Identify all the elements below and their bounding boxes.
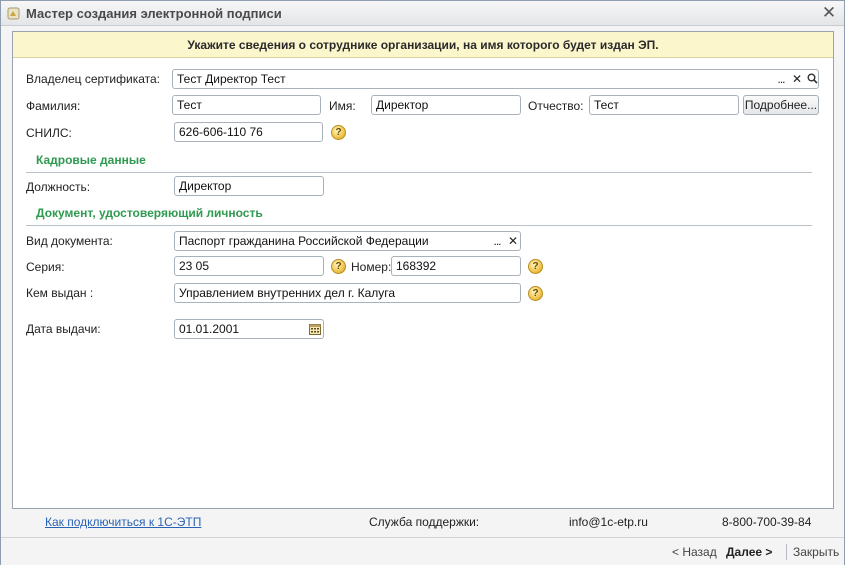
owner-clear-icon[interactable]: ✕	[789, 70, 805, 88]
position-field[interactable]: Директор	[174, 176, 324, 196]
owner-select-button[interactable]: ...	[773, 70, 789, 88]
middle-name-label: Отчество:	[528, 99, 584, 113]
doc-type-clear-icon[interactable]: ✕	[505, 232, 521, 250]
id-section-divider	[26, 225, 812, 226]
number-label: Номер:	[351, 260, 392, 274]
doc-type-select-button[interactable]: ...	[489, 232, 505, 250]
support-email: info@1c-etp.ru	[569, 515, 648, 529]
position-label: Должность:	[26, 180, 91, 194]
doc-type-label: Вид документа:	[26, 234, 113, 248]
app-icon	[7, 7, 20, 20]
wizard-window: Мастер создания электронной подписи ✕ Ук…	[0, 0, 845, 565]
id-section-title: Документ, удостоверяющий личность	[36, 206, 263, 220]
form-panel: Укажите сведения о сотруднике организаци…	[12, 31, 834, 509]
series-help-icon[interactable]: ?	[331, 259, 346, 274]
hr-section-title: Кадровые данные	[36, 153, 146, 167]
back-button[interactable]: < Назад	[672, 545, 717, 559]
first-name-label: Имя:	[329, 99, 356, 113]
more-details-button[interactable]: Подробнее...	[743, 95, 819, 115]
how-to-connect-link[interactable]: Как подключиться к 1С-ЭТП	[45, 515, 201, 529]
snils-help-icon[interactable]: ?	[331, 125, 346, 140]
owner-value: Тест Директор Тест	[177, 72, 286, 86]
snils-label: СНИЛС:	[26, 126, 72, 140]
number-help-icon[interactable]: ?	[528, 259, 543, 274]
series-field[interactable]: 23 05	[174, 256, 324, 276]
issued-by-field[interactable]: Управлением внутренних дел г. Калуга	[174, 283, 521, 303]
owner-field[interactable]: Тест Директор Тест	[172, 69, 819, 89]
close-button[interactable]: Закрыть	[793, 545, 839, 559]
first-name-field[interactable]: Директор	[371, 95, 521, 115]
issue-date-value: 01.01.2001	[179, 322, 240, 336]
middle-name-field[interactable]: Тест	[589, 95, 739, 115]
issued-by-label: Кем выдан :	[26, 286, 94, 300]
support-label: Служба поддержки:	[369, 515, 480, 529]
series-label: Серия:	[26, 260, 65, 274]
window-title: Мастер создания электронной подписи	[26, 6, 282, 21]
title-bar: Мастер создания электронной подписи ✕	[1, 1, 844, 26]
hr-section-divider	[26, 172, 812, 173]
doc-type-field[interactable]: Паспорт гражданина Российской Федерации	[174, 231, 521, 251]
calendar-icon[interactable]	[307, 320, 323, 338]
number-field[interactable]: 168392	[391, 256, 521, 276]
owner-search-icon[interactable]	[804, 70, 820, 88]
nav-divider	[786, 544, 787, 560]
instruction-banner: Укажите сведения о сотруднике организаци…	[13, 32, 833, 58]
support-phone: 8-800-700-39-84	[722, 515, 812, 529]
snils-field[interactable]: 626-606-110 76	[174, 122, 323, 142]
navigation-bar: < Назад Далее > Закрыть	[1, 537, 844, 565]
close-icon[interactable]: ✕	[820, 4, 838, 22]
last-name-field[interactable]: Тест	[172, 95, 321, 115]
issue-date-label: Дата выдачи:	[26, 322, 101, 336]
issued-by-help-icon[interactable]: ?	[528, 286, 543, 301]
owner-label: Владелец сертификата:	[26, 72, 160, 86]
doc-type-value: Паспорт гражданина Российской Федерации	[179, 234, 429, 248]
issue-date-field[interactable]: 01.01.2001	[174, 319, 324, 339]
next-button[interactable]: Далее >	[726, 545, 772, 559]
last-name-label: Фамилия:	[26, 99, 81, 113]
